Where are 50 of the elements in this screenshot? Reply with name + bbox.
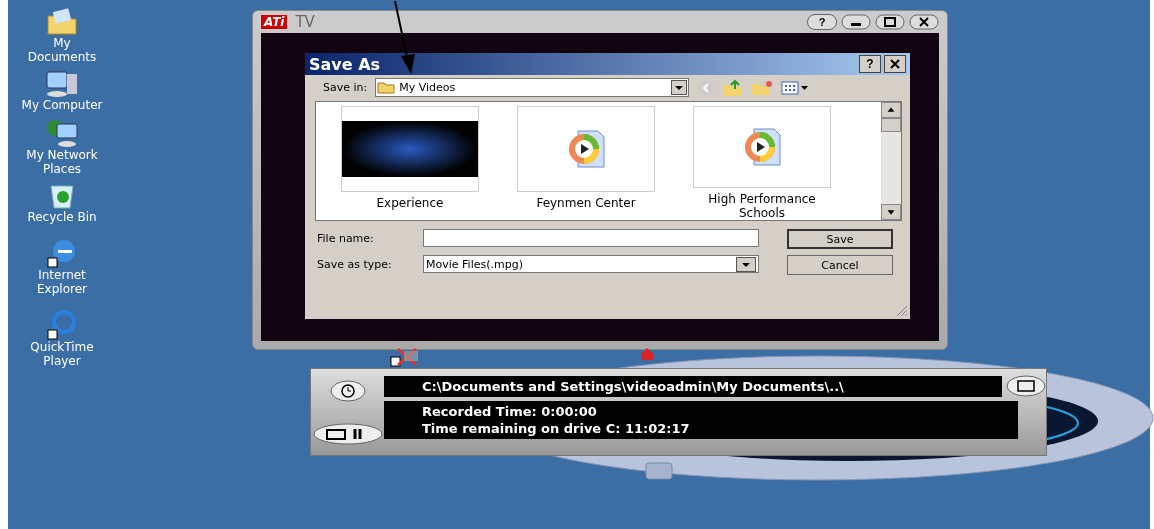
close-button[interactable]: [909, 14, 939, 30]
file-name[interactable]: Feynmen Center: [536, 196, 636, 210]
video-shortcut-icon[interactable]: [390, 347, 420, 367]
vertical-scrollbar[interactable]: [881, 102, 901, 220]
computer-icon[interactable]: [45, 70, 79, 98]
video-thumbnail[interactable]: [341, 106, 479, 192]
cancel-button[interactable]: Cancel: [787, 255, 893, 275]
browser-shortcut-icon[interactable]: [46, 238, 78, 268]
desktop-icon-label[interactable]: Internet Explorer: [37, 268, 87, 296]
save-in-label: Save in:: [323, 81, 368, 94]
desktop-icon-label[interactable]: My Documents: [27, 36, 97, 64]
scroll-up-icon[interactable]: [881, 102, 901, 118]
house-icon[interactable]: [640, 347, 654, 361]
file-name[interactable]: High Performance Schools: [692, 192, 832, 220]
folder-icon[interactable]: [46, 8, 78, 36]
file-name-label: File name:: [317, 231, 375, 245]
folder-icon: [377, 81, 396, 94]
desktop-icon-label[interactable]: Recycle Bin: [27, 210, 97, 224]
save-button[interactable]: Save: [787, 229, 893, 249]
maximize-button[interactable]: [875, 14, 905, 30]
save-path-display: C:\Documents and Settings\videoadmin\My Documents\..\: [384, 375, 1002, 397]
minimize-button[interactable]: [841, 14, 871, 30]
scroll-down-icon[interactable]: [881, 204, 901, 220]
recycle-bin-icon[interactable]: [49, 182, 75, 210]
logo: ATi: [261, 15, 288, 29]
desktop-icon-label[interactable]: My Computer: [21, 98, 103, 112]
time-remaining-text: Time remaining on drive C: 11:02:17: [422, 420, 691, 437]
file-name-field[interactable]: [423, 229, 759, 247]
record-pause-button[interactable]: [312, 422, 383, 445]
scrollbar-thumb[interactable]: [881, 118, 901, 132]
resize-grip-icon[interactable]: [894, 303, 908, 317]
recorded-time-text: Recorded Time: 0:00:00: [422, 403, 598, 420]
desktop-icon-label[interactable]: QuickTime Player: [30, 340, 94, 368]
file-name[interactable]: Experience: [376, 196, 444, 210]
close-button[interactable]: [884, 55, 906, 73]
clock-button[interactable]: [329, 379, 366, 402]
network-computer-icon[interactable]: [45, 118, 79, 148]
save-as-type-label: Save as type:: [317, 257, 393, 271]
player-shortcut-icon[interactable]: [46, 310, 78, 340]
save-in-dropdown[interactable]: My Videos: [375, 78, 690, 97]
view-menu-icon[interactable]: [781, 80, 810, 95]
help-button[interactable]: ?: [859, 55, 881, 73]
folder-button[interactable]: [1006, 375, 1046, 397]
save-as-type-dropdown[interactable]: Movie Files(.mpg): [423, 255, 759, 273]
desktop-icon-label[interactable]: My Network Places: [26, 148, 98, 176]
dialog-title: Save As: [309, 54, 381, 74]
media-file-thumbnail[interactable]: [517, 106, 655, 192]
window-title: TV: [295, 13, 315, 31]
help-button[interactable]: ?: [807, 14, 837, 30]
media-file-thumbnail[interactable]: [693, 106, 831, 188]
